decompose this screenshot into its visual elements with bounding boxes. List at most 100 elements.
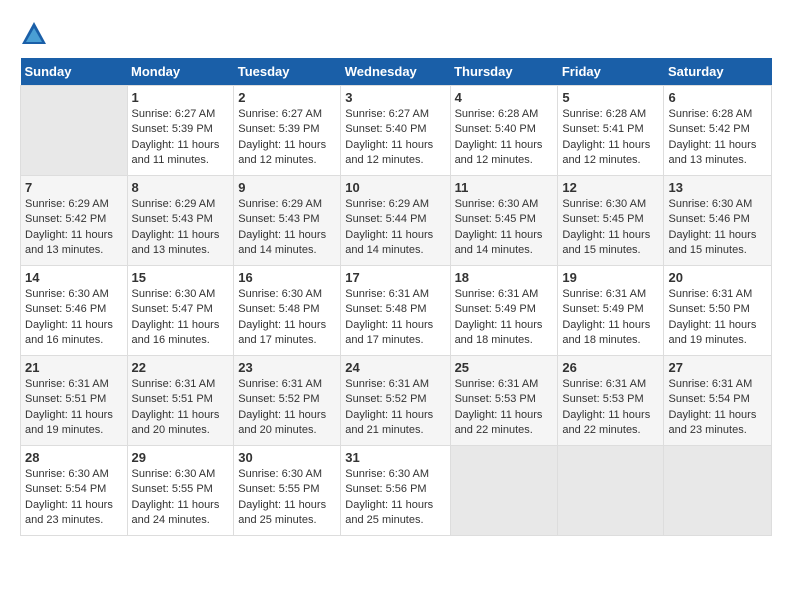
header-cell-thursday: Thursday xyxy=(450,58,558,86)
day-info: Sunrise: 6:31 AMSunset: 5:50 PMDaylight:… xyxy=(668,287,767,349)
day-cell: 15Sunrise: 6:30 AMSunset: 5:47 PMDayligh… xyxy=(127,266,234,356)
day-info: Sunrise: 6:27 AMSunset: 5:39 PMDaylight:… xyxy=(238,107,336,169)
day-cell: 24 Sunrise: 6:31 AMSunset: 5:52 PMDayligh… xyxy=(341,356,450,446)
day-number: 30 xyxy=(238,450,336,465)
day-info: Sunrise: 6:28 AMSunset: 5:40 PMDaylight:… xyxy=(455,107,554,169)
day-number: 10 xyxy=(345,180,445,195)
header-cell-wednesday: Wednesday xyxy=(341,58,450,86)
day-info: Sunrise: 6:31 AMSunset: 5:53 PMDaylight:… xyxy=(455,377,554,439)
day-cell: 17Sunrise: 6:31 AMSunset: 5:48 PMDayligh… xyxy=(341,266,450,356)
week-row-1: 1Sunrise: 6:27 AMSunset: 5:39 PMDaylight… xyxy=(21,86,772,176)
day-cell: 5 Sunrise: 6:28 AMSunset: 5:41 PMDaylight… xyxy=(558,86,664,176)
day-info: Sunrise: 6:27 AMSunset: 5:39 PMDaylight:… xyxy=(132,107,230,169)
day-cell: 23 Sunrise: 6:31 AMSunset: 5:52 PMDayligh… xyxy=(234,356,341,446)
day-number: 19 xyxy=(562,270,659,285)
day-info: Sunrise: 6:31 AMSunset: 5:53 PMDaylight:… xyxy=(562,377,659,439)
day-number: 4 xyxy=(455,90,554,105)
day-cell: 21Sunrise: 6:31 AMSunset: 5:51 PMDayligh… xyxy=(21,356,128,446)
day-cell: 19Sunrise: 6:31 AMSunset: 5:49 PMDayligh… xyxy=(558,266,664,356)
logo xyxy=(20,20,52,48)
day-info: Sunrise: 6:30 AMSunset: 5:45 PMDaylight:… xyxy=(562,197,659,259)
week-row-2: 7 Sunrise: 6:29 AMSunset: 5:42 PMDaylight… xyxy=(21,176,772,266)
day-cell: 16 Sunrise: 6:30 AMSunset: 5:48 PMDayligh… xyxy=(234,266,341,356)
day-number: 9 xyxy=(238,180,336,195)
logo-icon xyxy=(20,20,48,48)
day-cell: 7 Sunrise: 6:29 AMSunset: 5:42 PMDaylight… xyxy=(21,176,128,266)
day-number: 13 xyxy=(668,180,767,195)
day-cell: 27 Sunrise: 6:31 AMSunset: 5:54 PMDayligh… xyxy=(664,356,772,446)
day-cell xyxy=(450,446,558,536)
day-number: 24 xyxy=(345,360,445,375)
day-number: 31 xyxy=(345,450,445,465)
day-cell: 13 Sunrise: 6:30 AMSunset: 5:46 PMDayligh… xyxy=(664,176,772,266)
day-number: 15 xyxy=(132,270,230,285)
day-cell: 18 Sunrise: 6:31 AMSunset: 5:49 PMDayligh… xyxy=(450,266,558,356)
week-row-4: 21Sunrise: 6:31 AMSunset: 5:51 PMDayligh… xyxy=(21,356,772,446)
day-info: Sunrise: 6:30 AMSunset: 5:55 PMDaylight:… xyxy=(238,467,336,529)
day-number: 8 xyxy=(132,180,230,195)
day-info: Sunrise: 6:27 AMSunset: 5:40 PMDaylight:… xyxy=(345,107,445,169)
header-cell-sunday: Sunday xyxy=(21,58,128,86)
day-cell: 4 Sunrise: 6:28 AMSunset: 5:40 PMDaylight… xyxy=(450,86,558,176)
day-number: 6 xyxy=(668,90,767,105)
day-number: 20 xyxy=(668,270,767,285)
day-cell: 9 Sunrise: 6:29 AMSunset: 5:43 PMDaylight… xyxy=(234,176,341,266)
day-cell: 3 Sunrise: 6:27 AMSunset: 5:40 PMDaylight… xyxy=(341,86,450,176)
day-info: Sunrise: 6:31 AMSunset: 5:54 PMDaylight:… xyxy=(668,377,767,439)
day-cell: 14Sunrise: 6:30 AMSunset: 5:46 PMDayligh… xyxy=(21,266,128,356)
day-info: Sunrise: 6:28 AMSunset: 5:42 PMDaylight:… xyxy=(668,107,767,169)
day-cell: 8Sunrise: 6:29 AMSunset: 5:43 PMDaylight… xyxy=(127,176,234,266)
day-cell xyxy=(558,446,664,536)
day-info: Sunrise: 6:30 AMSunset: 5:56 PMDaylight:… xyxy=(345,467,445,529)
day-info: Sunrise: 6:31 AMSunset: 5:48 PMDaylight:… xyxy=(345,287,445,349)
day-number: 2 xyxy=(238,90,336,105)
day-info: Sunrise: 6:31 AMSunset: 5:51 PMDaylight:… xyxy=(132,377,230,439)
day-number: 5 xyxy=(562,90,659,105)
day-cell: 28 Sunrise: 6:30 AMSunset: 5:54 PMDayligh… xyxy=(21,446,128,536)
day-cell: 29Sunrise: 6:30 AMSunset: 5:55 PMDayligh… xyxy=(127,446,234,536)
page-header xyxy=(20,20,772,48)
day-number: 18 xyxy=(455,270,554,285)
calendar-header: SundayMondayTuesdayWednesdayThursdayFrid… xyxy=(21,58,772,86)
day-info: Sunrise: 6:31 AMSunset: 5:52 PMDaylight:… xyxy=(345,377,445,439)
day-info: Sunrise: 6:30 AMSunset: 5:54 PMDaylight:… xyxy=(25,467,123,529)
day-info: Sunrise: 6:29 AMSunset: 5:44 PMDaylight:… xyxy=(345,197,445,259)
day-info: Sunrise: 6:30 AMSunset: 5:48 PMDaylight:… xyxy=(238,287,336,349)
day-info: Sunrise: 6:31 AMSunset: 5:52 PMDaylight:… xyxy=(238,377,336,439)
day-number: 26 xyxy=(562,360,659,375)
day-number: 23 xyxy=(238,360,336,375)
day-cell: 22 Sunrise: 6:31 AMSunset: 5:51 PMDayligh… xyxy=(127,356,234,446)
day-info: Sunrise: 6:31 AMSunset: 5:51 PMDaylight:… xyxy=(25,377,123,439)
day-number: 3 xyxy=(345,90,445,105)
week-row-5: 28 Sunrise: 6:30 AMSunset: 5:54 PMDayligh… xyxy=(21,446,772,536)
header-cell-saturday: Saturday xyxy=(664,58,772,86)
day-number: 27 xyxy=(668,360,767,375)
week-row-3: 14Sunrise: 6:30 AMSunset: 5:46 PMDayligh… xyxy=(21,266,772,356)
day-info: Sunrise: 6:29 AMSunset: 5:42 PMDaylight:… xyxy=(25,197,123,259)
day-info: Sunrise: 6:30 AMSunset: 5:46 PMDaylight:… xyxy=(25,287,123,349)
day-info: Sunrise: 6:28 AMSunset: 5:41 PMDaylight:… xyxy=(562,107,659,169)
header-cell-tuesday: Tuesday xyxy=(234,58,341,86)
day-info: Sunrise: 6:30 AMSunset: 5:46 PMDaylight:… xyxy=(668,197,767,259)
day-cell: 2 Sunrise: 6:27 AMSunset: 5:39 PMDaylight… xyxy=(234,86,341,176)
day-number: 22 xyxy=(132,360,230,375)
header-cell-friday: Friday xyxy=(558,58,664,86)
day-number: 11 xyxy=(455,180,554,195)
day-cell: 1Sunrise: 6:27 AMSunset: 5:39 PMDaylight… xyxy=(127,86,234,176)
calendar-body: 1Sunrise: 6:27 AMSunset: 5:39 PMDaylight… xyxy=(21,86,772,536)
day-number: 28 xyxy=(25,450,123,465)
calendar-table: SundayMondayTuesdayWednesdayThursdayFrid… xyxy=(20,58,772,536)
day-cell: 11 Sunrise: 6:30 AMSunset: 5:45 PMDayligh… xyxy=(450,176,558,266)
day-number: 7 xyxy=(25,180,123,195)
day-cell: 25 Sunrise: 6:31 AMSunset: 5:53 PMDayligh… xyxy=(450,356,558,446)
day-cell: 31 Sunrise: 6:30 AMSunset: 5:56 PMDayligh… xyxy=(341,446,450,536)
day-number: 12 xyxy=(562,180,659,195)
day-cell: 6 Sunrise: 6:28 AMSunset: 5:42 PMDaylight… xyxy=(664,86,772,176)
day-cell xyxy=(664,446,772,536)
day-info: Sunrise: 6:31 AMSunset: 5:49 PMDaylight:… xyxy=(455,287,554,349)
day-cell: 26 Sunrise: 6:31 AMSunset: 5:53 PMDayligh… xyxy=(558,356,664,446)
day-number: 25 xyxy=(455,360,554,375)
day-number: 16 xyxy=(238,270,336,285)
day-info: Sunrise: 6:30 AMSunset: 5:45 PMDaylight:… xyxy=(455,197,554,259)
day-info: Sunrise: 6:29 AMSunset: 5:43 PMDaylight:… xyxy=(238,197,336,259)
